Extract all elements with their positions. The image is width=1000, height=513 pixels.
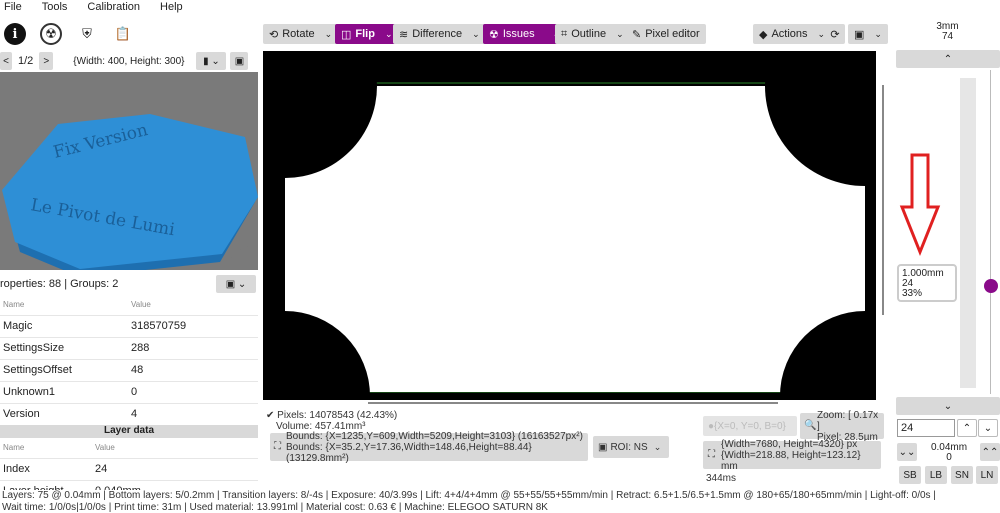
double-chevron-up-icon: ⌃⌃: [981, 446, 999, 458]
canvas-horizontal-scrollbar[interactable]: [368, 402, 778, 404]
first-layer-button[interactable]: ⌄⌄: [897, 443, 917, 461]
issues-button[interactable]: ☢Issues⌄: [483, 24, 567, 44]
pixel-editor-button[interactable]: ✎ Pixel editor: [626, 24, 706, 44]
thumbnail-preview: Fix Version Le Pivot de Lumi: [0, 72, 258, 270]
menu-file[interactable]: File: [4, 1, 22, 13]
table-row[interactable]: Unknown1 0: [0, 381, 258, 404]
top-layer-info: 3mm 74: [936, 21, 959, 42]
table-row[interactable]: Index 24: [0, 458, 258, 481]
layer-slider-track[interactable]: [960, 78, 976, 388]
render-time: 344ms: [706, 473, 737, 484]
roi-button[interactable]: ▣ ROI: NS ⌄: [593, 436, 669, 458]
menu-bar: File Tools Calibration Help: [0, 0, 1000, 14]
layers-icon: ≋: [399, 28, 409, 41]
ln-button[interactable]: LN: [976, 466, 998, 484]
save-icon: ▣: [854, 28, 865, 41]
layer-tooltip: 1.000mm 24 33%: [897, 264, 957, 302]
refresh-icon: ⟳: [830, 28, 840, 41]
chevron-down-icon: ⌄: [943, 400, 953, 412]
export-thumbnail-button[interactable]: ▮ ⌄: [196, 52, 227, 70]
layer-height-info: 0.04mm 0: [930, 442, 968, 463]
outline-button[interactable]: ⌗ Outline ⌄: [555, 24, 630, 44]
save-icon[interactable]: ▣: [230, 52, 249, 70]
clipboard-icon[interactable]: 📋: [112, 23, 134, 45]
layer-data-title: Layer data: [0, 425, 258, 438]
save-layer-button[interactable]: ▣ ⌄: [848, 24, 888, 44]
rotate-icon: ⟲: [269, 28, 279, 41]
column-header-value[interactable]: Value: [128, 295, 258, 316]
zoom-box[interactable]: 🔍 Zoom: [ 0.17x ] Pixel: 28.5µm: [800, 410, 884, 443]
layer-up-button[interactable]: ⌃: [896, 50, 1000, 68]
sb-button[interactable]: SB: [899, 466, 921, 484]
part-preview-image: Fix Version Le Pivot de Lumi: [0, 114, 258, 270]
left-tab-bar: i ☢ ⛨ 📋: [4, 23, 134, 45]
table-row[interactable]: Layer height0.040mm: [0, 480, 258, 490]
flip-button[interactable]: ◫ Flip ⌄: [335, 24, 399, 44]
last-layer-button[interactable]: ⌃⌃: [980, 443, 1000, 461]
shield-icon[interactable]: ⛨: [76, 23, 98, 45]
radiation-icon[interactable]: ☢: [40, 23, 62, 45]
double-chevron-down-icon: ⌄⌄: [898, 446, 916, 458]
pixels-info: ✔ Pixels: 14078543 (42.43%): [266, 410, 398, 421]
layer-slider-thumb[interactable]: [984, 278, 998, 293]
table-row[interactable]: Version 4: [0, 403, 258, 426]
increment-button[interactable]: ⌃: [957, 419, 977, 437]
menu-calibration[interactable]: Calibration: [87, 1, 140, 13]
status-line-1: Layers: 75 @ 0.04mm | Bottom layers: 5/0…: [2, 490, 936, 501]
thumbnail-dimensions: {Width: 400, Height: 300}: [73, 55, 185, 67]
pencil-ruler-icon: ✎: [632, 28, 642, 41]
column-header-name[interactable]: Name: [0, 295, 128, 316]
rotate-button[interactable]: ⟲ Rotate ⌄: [263, 24, 339, 44]
radiation-icon: ☢: [489, 28, 499, 41]
actions-icon: ◆: [759, 28, 768, 41]
properties-save-button[interactable]: ▣ ⌄: [216, 275, 256, 293]
properties-summary: roperties: 88 | Groups: 2: [0, 278, 119, 290]
bounds-box: ⛶ Bounds: {X=1235,Y=609,Width=5209,Heigh…: [270, 431, 588, 464]
menu-tools[interactable]: Tools: [42, 1, 68, 13]
layer-down-button[interactable]: ⌄: [896, 397, 1000, 415]
preview-header: < 1/2 > {Width: 400, Height: 300} ▮ ⌄ ▣: [0, 51, 258, 71]
layer-image: [263, 51, 876, 400]
table-row[interactable]: SettingsSize 288: [0, 337, 258, 360]
layer-number-input[interactable]: 24: [897, 419, 955, 437]
page-indicator: 1/2: [18, 55, 34, 67]
decrement-button[interactable]: ⌄: [978, 419, 998, 437]
resize-icon: ⛶: [708, 449, 715, 460]
check-icon: ✔: [266, 410, 278, 421]
table-row[interactable]: Magic 318570759: [0, 315, 258, 338]
properties-table: Name Value Magic 318570759 SettingsSize 288…: [0, 295, 258, 426]
bounds-icon: ⛶: [274, 441, 281, 452]
outline-icon: ⌗: [561, 27, 568, 40]
actions-button[interactable]: ◆ Actions ⌄: [753, 24, 832, 44]
chevron-up-icon: ⌃: [943, 53, 953, 65]
difference-button[interactable]: ≋ Difference ⌄: [393, 24, 486, 44]
prev-page-icon[interactable]: <: [0, 52, 12, 70]
properties-header: roperties: 88 | Groups: 2 ▣ ⌄: [0, 274, 258, 294]
menu-help[interactable]: Help: [160, 1, 183, 13]
sn-button[interactable]: SN: [951, 466, 973, 484]
chevron-down-icon: ⌄: [983, 422, 993, 434]
column-header-value[interactable]: Value: [92, 438, 258, 459]
status-line-2: Wait time: 1/0/0s|1/0/0s | Print time: 3…: [2, 502, 548, 513]
lb-button[interactable]: LB: [925, 466, 947, 484]
info-icon[interactable]: i: [4, 23, 26, 45]
coordinates-box: ● {X=0, Y=0, B=0}: [703, 416, 797, 436]
next-page-icon[interactable]: >: [39, 52, 54, 70]
layer-data-table: NameValue Index24 Layer height0.040mm: [0, 438, 258, 490]
flip-icon: ◫: [341, 28, 352, 41]
arrow-down-icon: [899, 153, 941, 257]
layer-canvas[interactable]: [263, 51, 876, 400]
resolution-box: ⛶ {Width=7680, Height=4320} px {Width=21…: [703, 439, 881, 472]
column-header-name[interactable]: Name: [0, 438, 92, 459]
refresh-button[interactable]: ⟳: [825, 24, 845, 44]
table-row[interactable]: SettingsOffset 48: [0, 359, 258, 382]
slider-ruler: [990, 70, 991, 394]
canvas-vertical-scrollbar[interactable]: [882, 85, 884, 315]
chevron-up-icon: ⌃: [962, 422, 972, 434]
zoom-icon: 🔍: [804, 420, 817, 431]
roi-icon: ▣: [598, 441, 608, 453]
